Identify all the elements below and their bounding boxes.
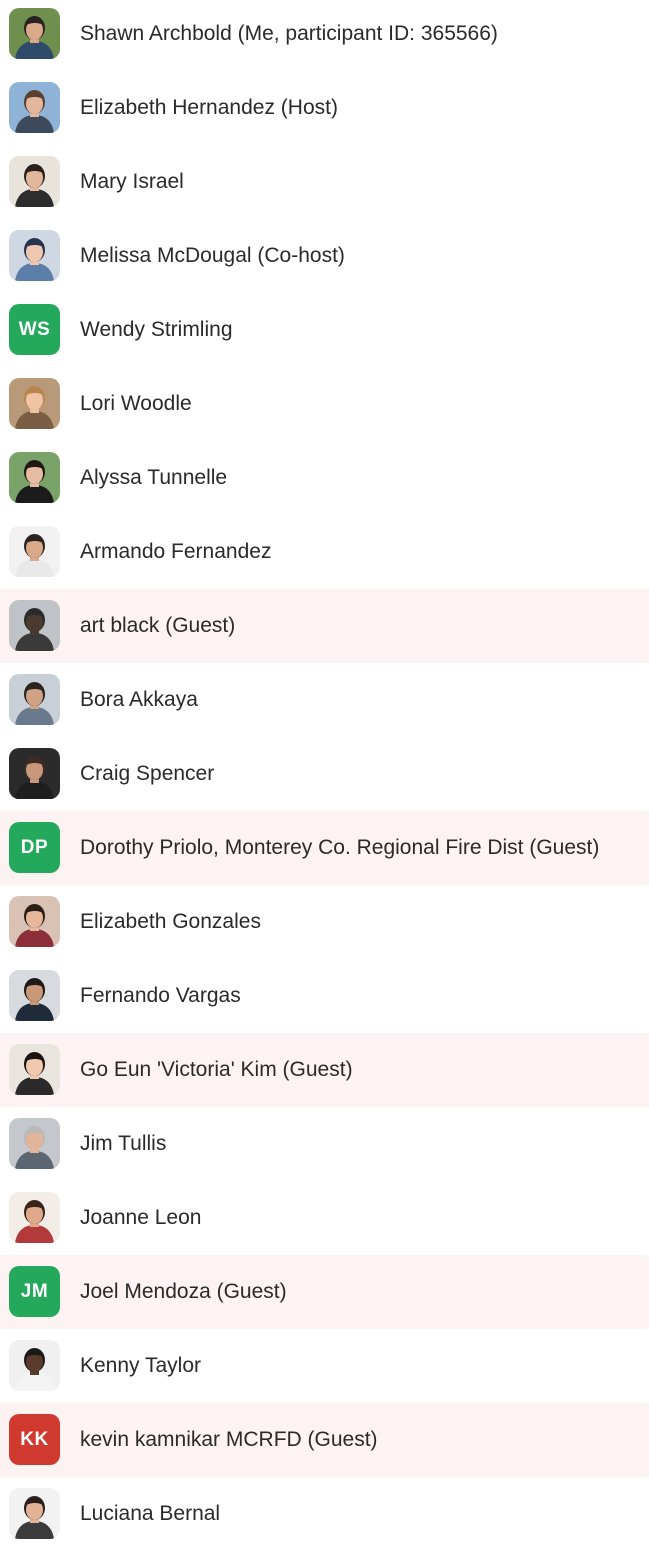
avatar: WS: [9, 304, 60, 355]
participant-row[interactable]: Joanne Leon: [0, 1181, 649, 1255]
avatar-initials: WS: [18, 318, 51, 340]
avatar: [9, 156, 60, 207]
avatar: [9, 230, 60, 281]
avatar-initials: DP: [20, 836, 49, 858]
participant-name: Joel Mendoza (Guest): [80, 1280, 287, 1303]
participant-name: Elizabeth Gonzales: [80, 910, 261, 933]
avatar: KK: [9, 1414, 60, 1465]
participant-name: Go Eun 'Victoria' Kim (Guest): [80, 1058, 353, 1081]
participant-row[interactable]: WS Wendy Strimling: [0, 293, 649, 367]
participant-name: Elizabeth Hernandez (Host): [80, 96, 338, 119]
participant-row[interactable]: DP Dorothy Priolo, Monterey Co. Regional …: [0, 811, 649, 885]
participant-name: Fernando Vargas: [80, 984, 241, 1007]
participant-name: Wendy Strimling: [80, 318, 233, 341]
profile-photo-icon: [9, 82, 60, 133]
participant-row[interactable]: Elizabeth Hernandez (Host): [0, 71, 649, 145]
participant-row[interactable]: Bora Akkaya: [0, 663, 649, 737]
avatar: DP: [9, 822, 60, 873]
participant-row[interactable]: Craig Spencer: [0, 737, 649, 811]
avatar: [9, 748, 60, 799]
participant-row[interactable]: art black (Guest): [0, 589, 649, 663]
participant-name: art black (Guest): [80, 614, 236, 637]
participant-name: Bora Akkaya: [80, 688, 198, 711]
profile-photo-icon: [9, 1044, 60, 1095]
participant-name: kevin kamnikar MCRFD (Guest): [80, 1428, 378, 1451]
avatar: [9, 896, 60, 947]
participant-name: Kenny Taylor: [80, 1354, 202, 1377]
avatar: [9, 378, 60, 429]
profile-photo-icon: [9, 1118, 60, 1169]
profile-photo-icon: [9, 748, 60, 799]
profile-photo-icon: [9, 230, 60, 281]
avatar-initials: KK: [20, 1428, 49, 1450]
participant-row[interactable]: Lori Woodle: [0, 367, 649, 441]
profile-photo-icon: [9, 1340, 60, 1391]
avatar: [9, 1118, 60, 1169]
profile-photo-icon: [9, 526, 60, 577]
participant-row[interactable]: Elizabeth Gonzales: [0, 885, 649, 959]
participant-name: Jim Tullis: [80, 1132, 167, 1155]
participant-name: Shawn Archbold (Me, participant ID: 3655…: [80, 22, 498, 45]
participant-name: Alyssa Tunnelle: [80, 466, 228, 489]
participant-name: Dorothy Priolo, Monterey Co. Regional Fi…: [80, 836, 600, 859]
participant-row[interactable]: Luciana Bernal: [0, 1477, 649, 1551]
profile-photo-icon: [9, 8, 60, 59]
participant-name: Melissa McDougal (Co-host): [80, 244, 345, 267]
avatar: [9, 82, 60, 133]
participant-name: Mary Israel: [80, 170, 184, 193]
profile-photo-icon: [9, 1192, 60, 1243]
participant-row[interactable]: Fernando Vargas: [0, 959, 649, 1033]
participant-row[interactable]: Melissa McDougal (Co-host): [0, 219, 649, 293]
avatar: [9, 1340, 60, 1391]
participant-row[interactable]: Mary Israel: [0, 145, 649, 219]
avatar: [9, 452, 60, 503]
profile-photo-icon: [9, 674, 60, 725]
avatar: JM: [9, 1266, 60, 1317]
avatar: [9, 970, 60, 1021]
participant-row[interactable]: Alyssa Tunnelle: [0, 441, 649, 515]
participant-name: Luciana Bernal: [80, 1502, 221, 1525]
participant-row[interactable]: Jim Tullis: [0, 1107, 649, 1181]
avatar: [9, 1488, 60, 1539]
profile-photo-icon: [9, 156, 60, 207]
participant-row[interactable]: Shawn Archbold (Me, participant ID: 3655…: [0, 0, 649, 71]
participant-list: Shawn Archbold (Me, participant ID: 3655…: [0, 0, 649, 1551]
participant-name: Armando Fernandez: [80, 540, 272, 563]
participant-row[interactable]: Go Eun 'Victoria' Kim (Guest): [0, 1033, 649, 1107]
participant-name: Craig Spencer: [80, 762, 215, 785]
avatar: [9, 8, 60, 59]
participant-row[interactable]: Kenny Taylor: [0, 1329, 649, 1403]
participant-name: Lori Woodle: [80, 392, 192, 415]
profile-photo-icon: [9, 452, 60, 503]
avatar: [9, 1044, 60, 1095]
participant-row[interactable]: KK kevin kamnikar MCRFD (Guest): [0, 1403, 649, 1477]
participant-row[interactable]: JM Joel Mendoza (Guest): [0, 1255, 649, 1329]
profile-photo-icon: [9, 896, 60, 947]
profile-photo-icon: [9, 1488, 60, 1539]
avatar-initials: JM: [20, 1280, 49, 1302]
avatar: [9, 1192, 60, 1243]
avatar: [9, 526, 60, 577]
avatar: [9, 674, 60, 725]
profile-photo-icon: [9, 378, 60, 429]
avatar: [9, 600, 60, 651]
participant-name: Joanne Leon: [80, 1206, 202, 1229]
profile-photo-icon: [9, 600, 60, 651]
participant-row[interactable]: Armando Fernandez: [0, 515, 649, 589]
profile-photo-icon: [9, 970, 60, 1021]
